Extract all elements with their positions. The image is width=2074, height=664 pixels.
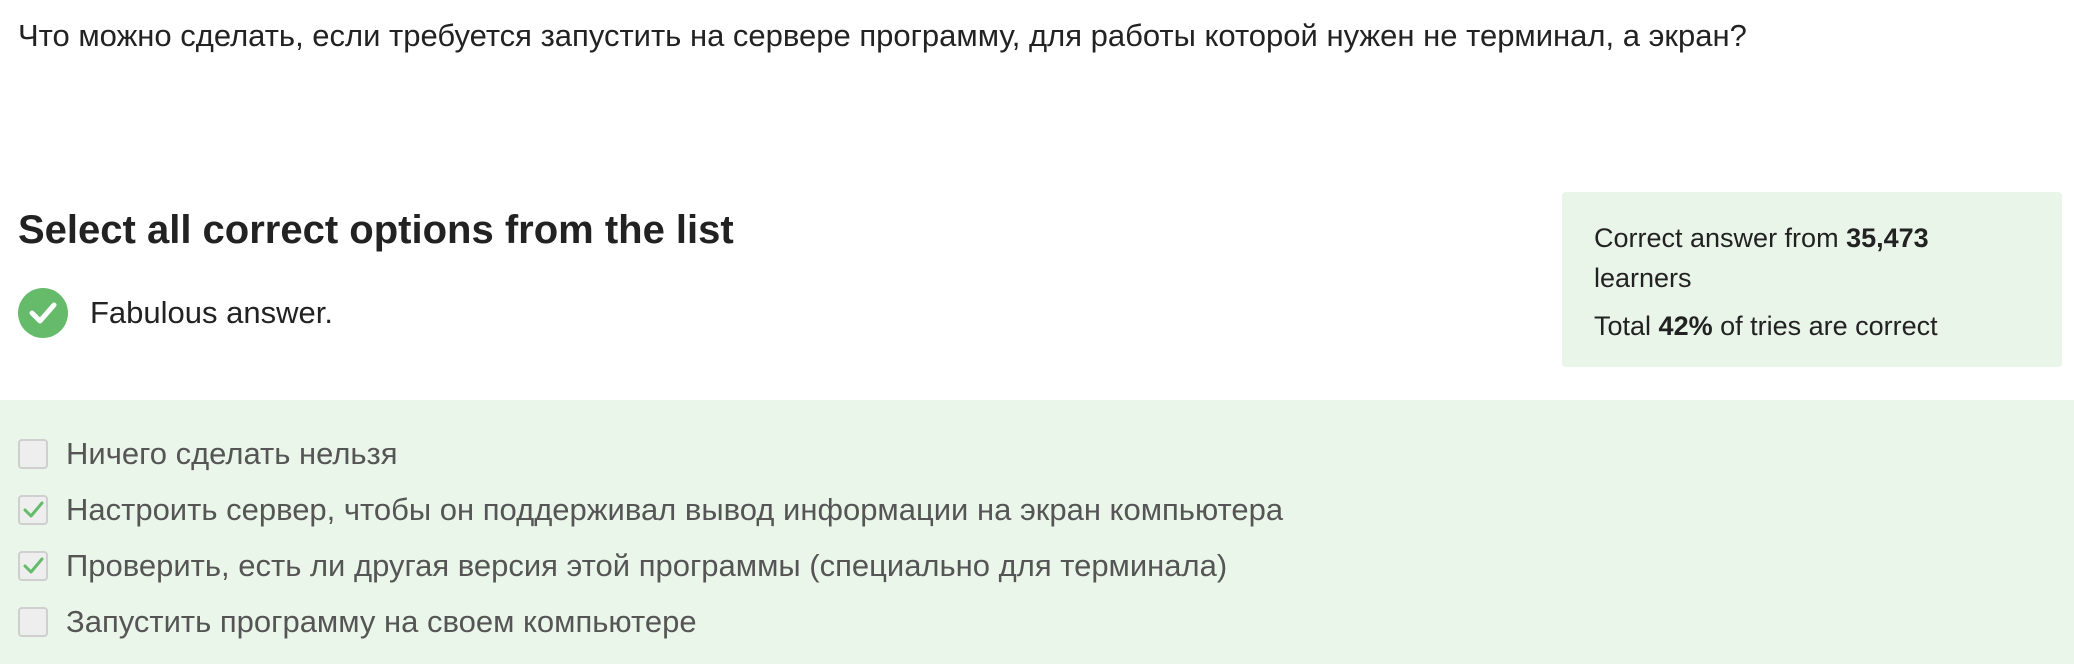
instruction-heading: Select all correct options from the list: [18, 208, 734, 252]
option-item[interactable]: Ничего сделать нельзя: [18, 434, 398, 474]
stats-rate-suffix: of tries are correct: [1712, 311, 1938, 341]
checkbox-checked[interactable]: [18, 495, 48, 525]
stats-rate-percent: 42%: [1658, 311, 1713, 341]
option-item[interactable]: Настроить сервер, чтобы он поддерживал в…: [18, 490, 1283, 530]
stats-rate-prefix: Total: [1594, 311, 1659, 341]
option-label[interactable]: Ничего сделать нельзя: [66, 434, 398, 474]
checkbox-unchecked[interactable]: [18, 439, 48, 469]
option-label[interactable]: Настроить сервер, чтобы он поддерживал в…: [66, 490, 1283, 530]
option-label[interactable]: Запустить программу на своем компьютере: [66, 602, 697, 642]
checkmark-icon: [29, 302, 57, 324]
checkbox-checked[interactable]: [18, 551, 48, 581]
checkbox-unchecked[interactable]: [18, 607, 48, 637]
stats-learners-prefix: Correct answer from: [1594, 223, 1847, 253]
feedback-message: Fabulous answer.: [18, 288, 333, 338]
checkmark-icon: [23, 557, 44, 574]
quiz-page: Что можно сделать, если требуется запуст…: [0, 0, 2074, 664]
option-item[interactable]: Запустить программу на своем компьютере: [18, 602, 697, 642]
checkmark-icon: [23, 501, 44, 518]
check-circle-icon: [18, 288, 68, 338]
question-text: Что можно сделать, если требуется запуст…: [18, 18, 1747, 53]
feedback-text: Fabulous answer.: [90, 295, 333, 330]
option-label[interactable]: Проверить, есть ли другая версия этой пр…: [66, 546, 1227, 586]
stats-correct-rate: Total 42% of tries are correct: [1594, 306, 2032, 346]
options-list: Ничего сделать нельзя Настроить сервер, …: [0, 400, 2074, 664]
stats-learners-suffix: learners: [1594, 263, 1692, 293]
stats-learners: Correct answer from 35,473 learners: [1594, 218, 2032, 298]
stats-panel: Correct answer from 35,473 learners Tota…: [1562, 192, 2062, 367]
option-item[interactable]: Проверить, есть ли другая версия этой пр…: [18, 546, 1227, 586]
stats-learners-count: 35,473: [1846, 223, 1929, 253]
